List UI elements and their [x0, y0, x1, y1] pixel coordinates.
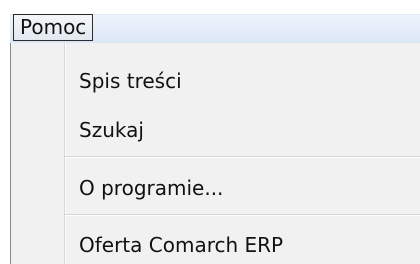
- menu-pomoc[interactable]: Pomoc: [13, 14, 94, 41]
- menu-item-label: Spis treści: [79, 69, 182, 93]
- menu-item-label: Szukaj: [79, 118, 144, 142]
- menu-item-spis-tresci[interactable]: Spis treści: [79, 69, 182, 93]
- help-dropdown-menu: Spis treści Szukaj O programie... Oferta…: [10, 43, 420, 264]
- menu-item-oferta-comarch-erp[interactable]: Oferta Comarch ERP: [79, 233, 283, 257]
- icon-gutter-divider-highlight: [65, 43, 66, 264]
- menu-pomoc-label: Pomoc: [20, 15, 87, 39]
- menu-item-o-programie[interactable]: O programie...: [79, 176, 223, 200]
- menu-separator: [65, 214, 420, 216]
- menu-separator: [65, 156, 420, 158]
- menu-item-label: O programie...: [79, 176, 224, 200]
- menu-item-szukaj[interactable]: Szukaj: [79, 118, 144, 142]
- menu-item-label: Oferta Comarch ERP: [79, 233, 284, 257]
- menu-bar: Pomoc: [0, 0, 420, 44]
